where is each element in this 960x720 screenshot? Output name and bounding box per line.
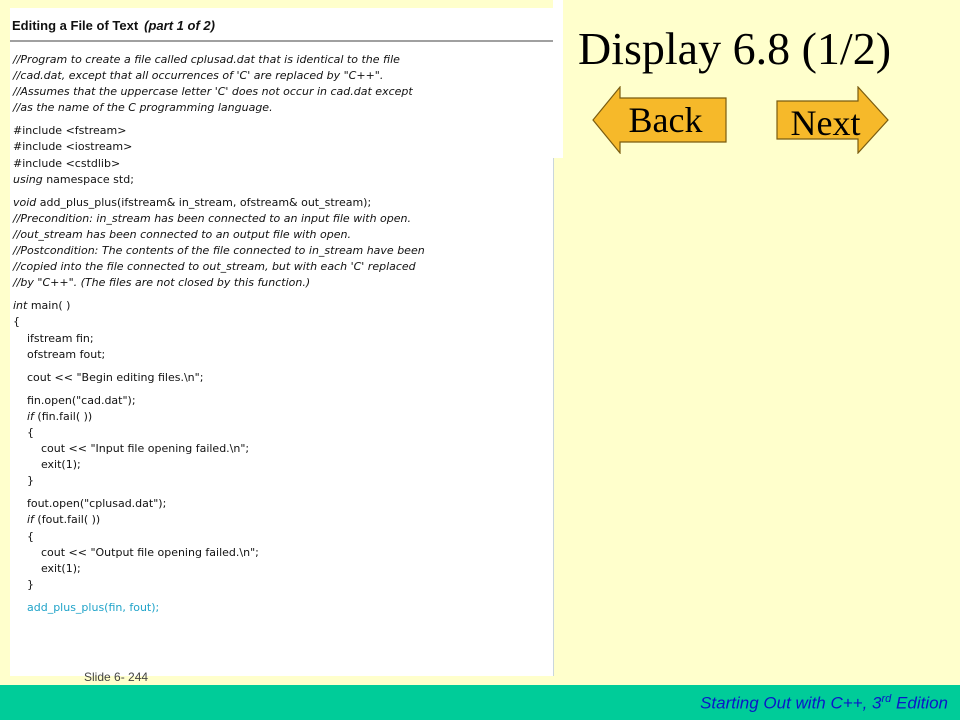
code-line: ofstream fout; — [13, 347, 106, 361]
next-button[interactable]: Next — [776, 86, 889, 154]
code-line: cout << "Begin editing files.\n"; — [13, 370, 204, 384]
code-keyword: using — [13, 172, 43, 186]
code-line: //Program to create a file called cplusa… — [13, 53, 400, 66]
code-line: //copied into the file connected to out_… — [13, 260, 416, 274]
code-text: add_plus_plus(ifstream& in_stream, ofstr… — [36, 195, 372, 209]
code-line: //Postcondition: The contents of the fil… — [13, 244, 425, 258]
footer-text-end: Edition — [891, 693, 948, 713]
code-line: cout << "Input file opening failed.\n"; — [13, 442, 250, 456]
code-line: using namespace std; — [13, 172, 425, 188]
code-line: #include <iostream> — [13, 140, 133, 154]
code-text: namespace std; — [42, 172, 134, 186]
footer-text: Starting Out with C++, 3rd Edition — [700, 693, 948, 714]
panel-heading-title: Editing a File of Text — [12, 18, 139, 33]
panel-top-extension — [553, 0, 563, 158]
back-button-label: Back — [628, 100, 703, 140]
code-blank-line — [13, 593, 425, 600]
slide-number: Slide 6- 244 — [84, 670, 149, 684]
code-blank-line — [13, 386, 425, 393]
code-line: cout << "Output file opening failed.\n"; — [13, 545, 259, 559]
code-line: exit(1); — [13, 561, 81, 575]
code-blank-line — [13, 489, 425, 496]
panel-heading: Editing a File of Text (part 1 of 2) — [12, 18, 547, 33]
code-line: //cad.dat, except that all occurrences o… — [13, 69, 384, 83]
code-keyword: void — [13, 195, 37, 209]
code-keyword: int — [13, 299, 28, 313]
code-line: //as the name of the C programming langu… — [13, 101, 273, 115]
code-blank-line — [13, 188, 425, 195]
code-line: if (fout.fail( )) — [13, 512, 425, 528]
code-line: if (fin.fail( )) — [13, 409, 425, 425]
footer-text-sup: rd — [881, 693, 892, 705]
code-line: int main( ) — [13, 298, 425, 314]
code-line: exit(1); — [13, 458, 81, 472]
footer-text-main: Starting Out with C++, 3 — [700, 693, 882, 713]
code-line: #include <cstdlib> — [13, 156, 121, 170]
code-blank-line — [13, 291, 425, 298]
code-line: ifstream fin; — [13, 331, 94, 345]
code-line: } — [13, 577, 34, 591]
heading-divider — [10, 40, 553, 42]
panel-right-edge — [553, 158, 554, 676]
code-display-panel: Editing a File of Text (part 1 of 2) //Pr… — [10, 8, 553, 676]
code-line: //out_stream has been connected to an ou… — [13, 227, 351, 241]
slide-title: Display 6.8 (1/2) — [578, 23, 892, 74]
code-line: { — [13, 425, 34, 439]
back-button[interactable]: Back — [592, 86, 727, 154]
code-line: //Precondition: in_stream has been conne… — [13, 211, 411, 225]
next-button-label: Next — [790, 103, 861, 143]
code-blank-line — [13, 116, 425, 123]
code-line: //by "C++". (The files are not closed by… — [13, 276, 311, 290]
code-text: (fin.fail( )) — [33, 409, 93, 423]
code-line: add_plus_plus(fin, fout); — [13, 600, 160, 614]
code-line: #include <fstream> — [13, 124, 127, 138]
code-text: main( ) — [27, 299, 71, 313]
code-line: } — [13, 474, 34, 488]
code-line: fin.open("cad.dat"); — [13, 393, 136, 407]
code-line: //Assumes that the uppercase letter 'C' … — [13, 85, 413, 99]
code-keyword: if — [13, 513, 34, 527]
footer-bar: Starting Out with C++, 3rd Edition — [0, 685, 960, 720]
panel-heading-part: (part 1 of 2) — [144, 18, 215, 33]
code-blank-line — [13, 363, 425, 370]
code-listing: //Program to create a file called cplusa… — [13, 52, 425, 616]
code-keyword: if — [13, 409, 34, 423]
code-line: fout.open("cplusad.dat"); — [13, 497, 167, 511]
code-text: (fout.fail( )) — [33, 513, 101, 527]
code-line: { — [13, 529, 34, 543]
code-line: { — [13, 315, 20, 329]
code-line: void add_plus_plus(ifstream& in_stream, … — [13, 195, 425, 211]
